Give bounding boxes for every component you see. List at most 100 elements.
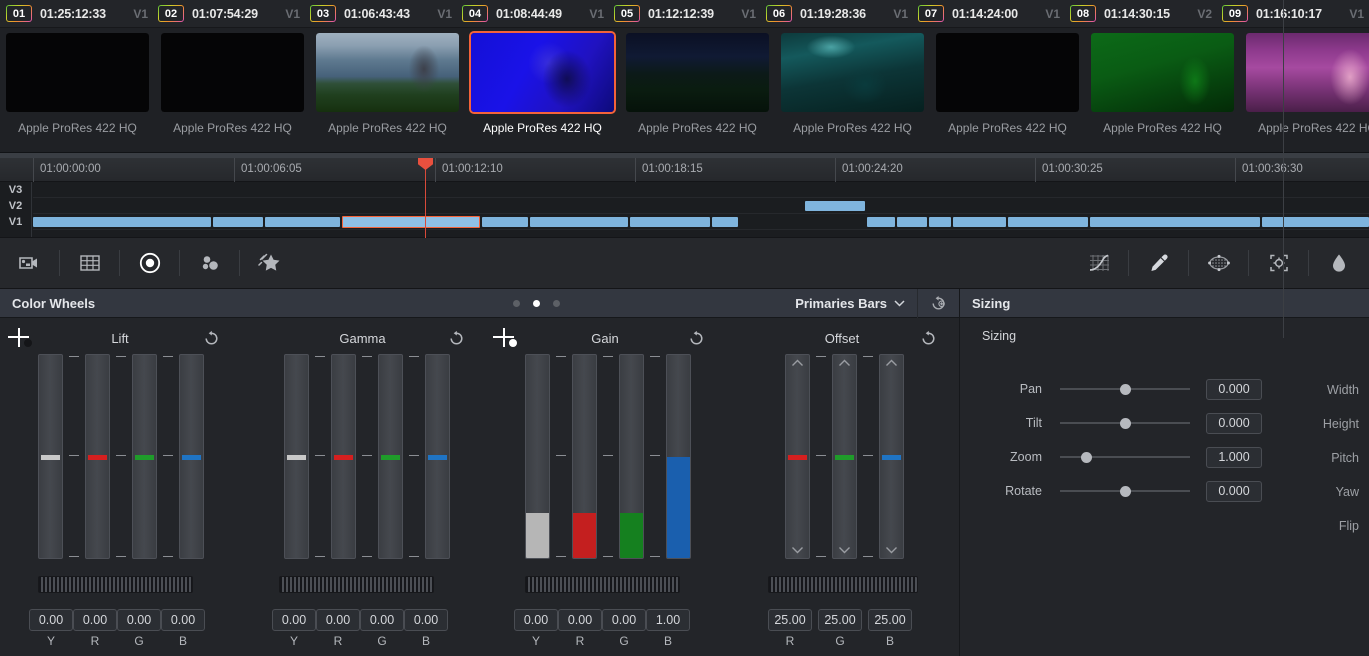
motion-effects-icon[interactable]	[240, 237, 300, 289]
clip-number-badge[interactable]: 01	[6, 5, 32, 22]
timecode-cell[interactable]: 02 01:07:54:29 V1	[152, 0, 304, 27]
chevron-down-icon[interactable]	[880, 546, 903, 554]
clip-thumbnail[interactable]: Apple ProRes 422 HQ	[1085, 28, 1240, 152]
bar-gamma-r[interactable]	[331, 354, 356, 559]
chevron-up-icon[interactable]	[833, 359, 856, 367]
reset-icon[interactable]	[920, 330, 937, 352]
track-lane-v3[interactable]	[33, 182, 1369, 198]
value-input-offset-b[interactable]: 25.00	[868, 609, 912, 631]
bar-handle[interactable]	[835, 454, 854, 460]
clip-thumbnail[interactable]: Apple ProRes 422 HQ	[465, 28, 620, 152]
track-lane-v2[interactable]	[33, 198, 1369, 214]
timecode-cell[interactable]: 05 01:12:12:39 V1	[608, 0, 760, 27]
value-input-gain-g[interactable]: 0.00	[602, 609, 646, 631]
timecode-cell[interactable]: 03 01:06:43:43 V1	[304, 0, 456, 27]
slider-knob[interactable]	[1120, 384, 1131, 395]
scrub-ribbon-gain[interactable]	[525, 576, 680, 593]
timeline-clip[interactable]	[1008, 217, 1088, 227]
blur-icon[interactable]	[1309, 237, 1369, 289]
timecode-cell[interactable]: 08 01:14:30:15 V2	[1064, 0, 1216, 27]
timeline-clip[interactable]	[33, 217, 211, 227]
bar-handle[interactable]	[788, 454, 807, 460]
bar-handle[interactable]	[428, 454, 447, 460]
thumbnail-image[interactable]	[1089, 31, 1236, 114]
chevron-down-icon[interactable]	[786, 546, 809, 554]
slider-knob[interactable]	[1120, 418, 1131, 429]
bar-gamma-b[interactable]	[425, 354, 450, 559]
timeline-clip[interactable]	[213, 217, 263, 227]
track-lane-v1[interactable]	[33, 214, 1369, 230]
timeline-clip[interactable]	[530, 217, 628, 227]
clip-thumbnail[interactable]: Apple ProRes 422 HQ	[1240, 28, 1369, 152]
value-input-offset-g[interactable]: 25.00	[818, 609, 862, 631]
bar-handle[interactable]	[135, 454, 154, 460]
clip-number-badge[interactable]: 08	[1070, 5, 1096, 22]
bar-handle[interactable]	[182, 454, 201, 460]
color-match-icon[interactable]	[60, 237, 120, 289]
track-label-v2[interactable]: V2	[0, 198, 31, 214]
thumbnail-image[interactable]	[4, 31, 151, 114]
bar-offset-g[interactable]	[832, 354, 857, 559]
thumbnail-image[interactable]	[314, 31, 461, 114]
thumbnail-image[interactable]	[624, 31, 771, 114]
timecode-cell[interactable]: 07 01:14:24:00 V1	[912, 0, 1064, 27]
value-input-gamma-b[interactable]: 0.00	[404, 609, 448, 631]
reset-icon[interactable]	[203, 330, 220, 352]
thumbnail-image[interactable]	[1244, 31, 1369, 114]
value-input-lift-g[interactable]: 0.00	[117, 609, 161, 631]
timeline-tracks[interactable]: V3 V2 V1	[0, 182, 1369, 238]
timecode-cell[interactable]: 06 01:19:28:36 V1	[760, 0, 912, 27]
scrub-ribbon-gamma[interactable]	[279, 576, 434, 593]
value-input-gain-y[interactable]: 0.00	[514, 609, 558, 631]
sizing-value-rotate[interactable]: 0.000	[1206, 480, 1262, 502]
sizing-secondary-label-yaw[interactable]: Yaw	[1336, 485, 1359, 499]
timeline-clip[interactable]	[1090, 217, 1260, 227]
bar-lift-y[interactable]	[38, 354, 63, 559]
timeline-clip[interactable]	[1262, 217, 1369, 227]
bar-handle[interactable]	[334, 454, 353, 460]
timecode-cell[interactable]: 04 01:08:44:49 V1	[456, 0, 608, 27]
sizing-slider-zoom[interactable]	[1060, 451, 1190, 463]
page-dot[interactable]	[553, 299, 561, 307]
eyedropper-icon[interactable]	[1129, 237, 1189, 289]
value-input-offset-r[interactable]: 25.00	[768, 609, 812, 631]
page-dot[interactable]	[533, 299, 541, 307]
sizing-slider-pan[interactable]	[1060, 383, 1190, 395]
bar-gain-b[interactable]	[666, 354, 691, 559]
rgb-mixer-icon[interactable]	[180, 237, 240, 289]
thumbnail-image[interactable]	[934, 31, 1081, 114]
timecode-cell[interactable]: 09 01:16:10:17 V1	[1216, 0, 1368, 27]
clip-number-badge[interactable]: 02	[158, 5, 184, 22]
sizing-secondary-label-width[interactable]: Width	[1327, 383, 1359, 397]
clip-thumbnail[interactable]: Apple ProRes 422 HQ	[0, 28, 155, 152]
bar-gamma-g[interactable]	[378, 354, 403, 559]
timeline-clip[interactable]	[867, 217, 895, 227]
clip-thumbnail-strip[interactable]: Apple ProRes 422 HQ Apple ProRes 422 HQ Ap…	[0, 28, 1369, 152]
clip-thumbnail[interactable]: Apple ProRes 422 HQ	[775, 28, 930, 152]
thumbnail-image[interactable]	[469, 31, 616, 114]
qualifier-icon[interactable]	[1189, 237, 1249, 289]
bar-handle[interactable]	[287, 454, 306, 460]
tracker-icon[interactable]	[1249, 237, 1309, 289]
bar-lift-r[interactable]	[85, 354, 110, 559]
reset-icon[interactable]	[448, 330, 465, 352]
timeline-clip[interactable]	[482, 217, 528, 227]
value-input-gamma-y[interactable]: 0.00	[272, 609, 316, 631]
sizing-value-zoom[interactable]: 1.000	[1206, 446, 1262, 468]
value-input-gain-b[interactable]: 1.00	[646, 609, 690, 631]
timeline-clip[interactable]	[929, 217, 951, 227]
camera-raw-icon[interactable]	[0, 237, 60, 289]
clip-number-badge[interactable]: 05	[614, 5, 640, 22]
bar-gain-g[interactable]	[619, 354, 644, 559]
clip-thumbnail[interactable]: Apple ProRes 422 HQ	[155, 28, 310, 152]
sizing-slider-rotate[interactable]	[1060, 485, 1190, 497]
scrub-ribbon-lift[interactable]	[38, 576, 193, 593]
slider-knob[interactable]	[1120, 486, 1131, 497]
bar-handle[interactable]	[381, 454, 400, 460]
clip-thumbnail[interactable]: Apple ProRes 422 HQ	[310, 28, 465, 152]
timeline-clip[interactable]	[805, 201, 865, 211]
value-input-gamma-g[interactable]: 0.00	[360, 609, 404, 631]
sizing-slider-tilt[interactable]	[1060, 417, 1190, 429]
sizing-secondary-label-pitch[interactable]: Pitch	[1331, 451, 1359, 465]
timeline-clip-selected[interactable]	[342, 216, 480, 228]
